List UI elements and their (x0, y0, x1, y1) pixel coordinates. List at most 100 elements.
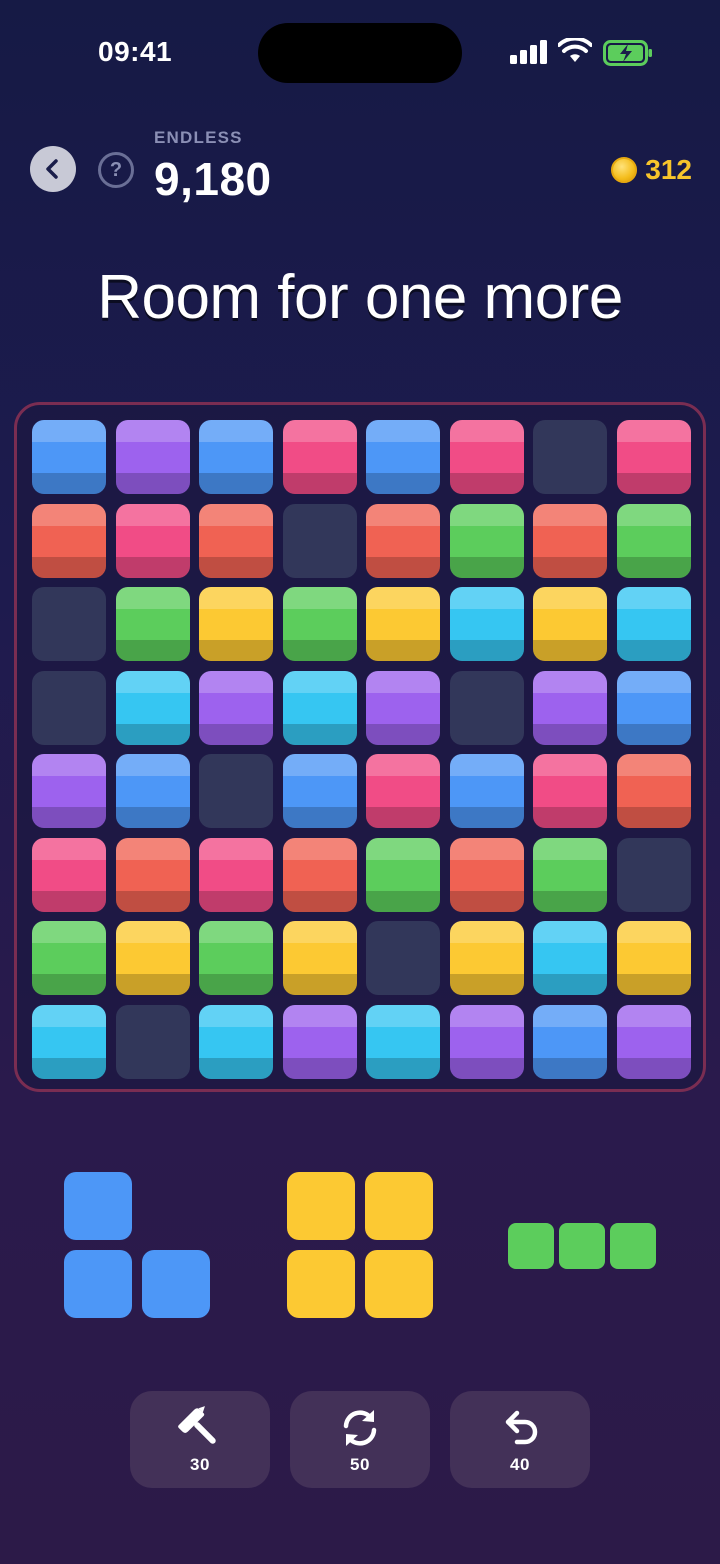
status-time: 09:41 (98, 36, 173, 67)
board-cell-red[interactable] (115, 837, 190, 912)
board-cell-red[interactable] (32, 503, 106, 578)
board-cell-blue[interactable] (449, 754, 524, 828)
board-cell-yellow[interactable] (616, 921, 691, 995)
status-message: Room for one more (97, 263, 623, 332)
undo-powerup-button[interactable]: 40 (450, 1391, 590, 1488)
board-cell-red[interactable] (616, 754, 691, 828)
board-cell-purple[interactable] (616, 1004, 691, 1079)
coin-icon (611, 157, 638, 183)
board-cell-red[interactable] (533, 503, 607, 578)
board-cell-blue[interactable] (115, 754, 190, 828)
board-cell-green[interactable] (449, 503, 524, 578)
board-cell-pink[interactable] (282, 420, 357, 494)
board-cell-blue[interactable] (533, 1004, 607, 1079)
board-cell-empty[interactable] (449, 670, 524, 745)
board-cell-empty[interactable] (282, 503, 357, 578)
board-cell-cyan[interactable] (32, 1004, 106, 1079)
undo-icon (505, 1410, 538, 1444)
board-cell-green[interactable] (616, 503, 691, 578)
board-cell-cyan[interactable] (282, 670, 357, 745)
battery-charging-icon (603, 40, 652, 66)
board-cell-pink[interactable] (32, 837, 106, 912)
board-cell-empty[interactable] (32, 670, 106, 745)
board-cell-pink[interactable] (449, 420, 524, 494)
chevron-left-icon (46, 159, 58, 179)
piece-block (64, 1250, 132, 1318)
board-cell-blue[interactable] (282, 754, 357, 828)
board-cell-pink[interactable] (115, 503, 190, 578)
refresh-icon (343, 1409, 377, 1446)
board-cell-purple[interactable] (366, 670, 440, 745)
hammer-count: 30 (190, 1454, 210, 1474)
board-cell-purple[interactable] (199, 670, 273, 745)
board-cell-purple[interactable] (32, 754, 106, 828)
coin-balance: 312 (611, 154, 692, 186)
board-cell-green[interactable] (115, 587, 190, 661)
cellular-signal-icon (510, 40, 547, 64)
board-cell-red[interactable] (282, 837, 357, 912)
piece-block (64, 1172, 132, 1240)
piece-block (559, 1223, 605, 1269)
piece-block (142, 1250, 210, 1318)
piece-block (610, 1223, 656, 1269)
board-cell-yellow[interactable] (449, 921, 524, 995)
undo-count: 40 (510, 1454, 530, 1474)
board-cell-cyan[interactable] (616, 587, 691, 661)
board-cell-empty[interactable] (366, 921, 440, 995)
board-cell-purple[interactable] (533, 670, 607, 745)
board-cell-pink[interactable] (199, 837, 273, 912)
board-cell-green[interactable] (199, 921, 273, 995)
board-cell-empty[interactable] (115, 1004, 190, 1079)
board-cell-blue[interactable] (32, 420, 106, 494)
board-cell-green[interactable] (282, 587, 357, 661)
board-cell-pink[interactable] (533, 754, 607, 828)
board-cell-empty[interactable] (199, 754, 273, 828)
board-cell-red[interactable] (366, 503, 440, 578)
score-value: 9,180 (154, 153, 272, 205)
board-cell-purple[interactable] (449, 1004, 524, 1079)
status-bar: 09:41 (0, 0, 720, 100)
piece-block (287, 1172, 355, 1240)
shuffle-powerup-button[interactable]: 50 (290, 1391, 430, 1488)
back-button[interactable] (30, 146, 76, 192)
question-mark-icon: ? (109, 158, 123, 181)
board-cell-empty[interactable] (533, 420, 607, 494)
board-cell-empty[interactable] (32, 587, 106, 661)
piece-block (365, 1172, 433, 1240)
board-cell-yellow[interactable] (282, 921, 357, 995)
piece-block (287, 1250, 355, 1318)
piece-block (508, 1223, 554, 1269)
game-board[interactable] (14, 402, 706, 1092)
board-cell-green[interactable] (32, 921, 106, 995)
board-cell-green[interactable] (533, 837, 607, 912)
hammer-powerup-button[interactable]: 30 (130, 1391, 270, 1488)
help-button[interactable]: ? (98, 152, 134, 188)
board-cell-red[interactable] (199, 503, 273, 578)
board-cell-cyan[interactable] (449, 587, 524, 661)
dynamic-island (258, 23, 462, 83)
hammer-icon (178, 1405, 216, 1444)
board-cell-pink[interactable] (366, 754, 440, 828)
board-cell-blue[interactable] (366, 420, 440, 494)
board-cell-yellow[interactable] (115, 921, 190, 995)
board-cell-yellow[interactable] (533, 587, 607, 661)
shuffle-count: 50 (350, 1454, 370, 1474)
wifi-icon (558, 38, 592, 62)
board-cell-yellow[interactable] (366, 587, 440, 661)
coin-count: 312 (645, 154, 692, 185)
board-cell-cyan[interactable] (115, 670, 190, 745)
board-cell-cyan[interactable] (533, 921, 607, 995)
board-cell-pink[interactable] (616, 420, 691, 494)
board-cell-purple[interactable] (115, 420, 190, 494)
board-cell-purple[interactable] (282, 1004, 357, 1079)
board-cell-yellow[interactable] (199, 587, 273, 661)
game-mode-label: ENDLESS (154, 128, 243, 147)
board-cell-red[interactable] (449, 837, 524, 912)
board-cell-green[interactable] (366, 837, 440, 912)
board-cell-blue[interactable] (199, 420, 273, 494)
board-cell-blue[interactable] (616, 670, 691, 745)
board-cell-cyan[interactable] (366, 1004, 440, 1079)
board-cell-empty[interactable] (616, 837, 691, 912)
piece-block (365, 1250, 433, 1318)
board-cell-cyan[interactable] (199, 1004, 273, 1079)
